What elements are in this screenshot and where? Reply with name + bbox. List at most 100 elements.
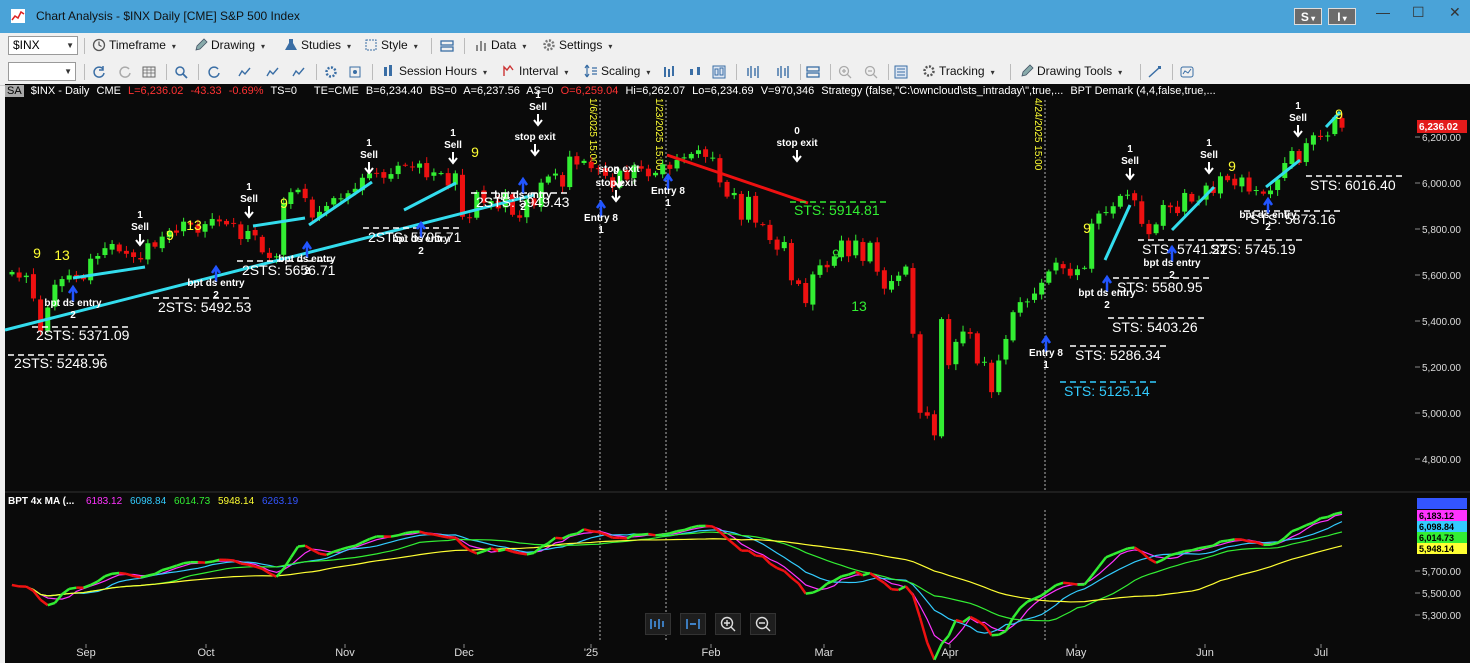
info-pct: -0.69% [228, 85, 264, 97]
refresh-all-icon[interactable] [118, 65, 132, 79]
info-ask: A=6,237.56 [463, 85, 520, 97]
session-icon [384, 65, 392, 76]
gear-icon [543, 39, 555, 51]
clock-icon [92, 38, 106, 52]
minimize-button[interactable]: — [1376, 4, 1390, 20]
info-bid: B=6,234.40 [365, 85, 423, 97]
separator [84, 64, 85, 80]
info-last: L=6,236.02 [128, 85, 184, 97]
drawing-menu[interactable]: Drawing ▾ [194, 38, 265, 52]
candles-hollow-icon[interactable] [712, 65, 726, 79]
data-menu[interactable]: Data ▾ [474, 38, 526, 52]
symbol-info-bar: SA $INX - Daily CME L=6,236.02 -43.33 -0… [5, 85, 1415, 99]
i-button[interactable]: I ▾ [1328, 8, 1356, 25]
interval-combo[interactable]: ▼ [8, 62, 76, 81]
compress-bars-icon [686, 619, 700, 629]
info-te: TE=CME [313, 85, 359, 97]
trendline-icon[interactable] [1148, 65, 1162, 79]
refresh-data-icon[interactable] [207, 65, 221, 79]
interval-icon [503, 64, 514, 76]
app-icon [11, 9, 25, 23]
compress-bars-button[interactable] [680, 613, 706, 635]
info-change: -43.33 [190, 85, 222, 97]
window-titlebar: Chart Analysis - $INX Daily [CME] S&P 50… [0, 0, 1470, 33]
zoom-out-icon [755, 616, 771, 632]
price-axis[interactable] [1415, 84, 1470, 663]
bars-icon[interactable] [662, 65, 676, 79]
separator [464, 38, 465, 54]
main-toolbar: $INX ▼ Timeframe ▾ Drawing ▾ Studies ▾ Style… [0, 33, 1470, 60]
zoom-bars-icon[interactable] [746, 65, 760, 79]
bar-chart-icon [476, 41, 486, 51]
chart-tool-icon[interactable] [266, 65, 280, 79]
subgraph-icon[interactable] [806, 65, 820, 79]
info-symbol: $INX - Daily [30, 85, 90, 97]
scroll-bars-icon [650, 619, 664, 629]
info-demark: BPT Demark (4,4,false,true,... [1070, 85, 1216, 97]
scaling-menu[interactable]: Scaling ▾ [584, 64, 650, 78]
info-as: AS=0 [526, 85, 554, 97]
scroll-left-button[interactable] [645, 613, 671, 635]
window-title: Chart Analysis - $INX Daily [CME] S&P 50… [36, 9, 300, 23]
separator [800, 64, 801, 80]
symbol-combo[interactable]: $INX ▼ [8, 36, 78, 55]
separator [1172, 64, 1173, 80]
zoom-out-button[interactable] [750, 613, 776, 635]
chart-pane[interactable] [5, 84, 1415, 663]
separator [1010, 64, 1011, 80]
interval-menu[interactable]: Interval ▾ [502, 64, 568, 78]
studies-menu[interactable]: Studies ▾ [284, 38, 351, 52]
drawing-tools-menu[interactable]: Drawing Tools ▾ [1020, 64, 1122, 78]
tracking-icon [923, 65, 935, 77]
separator [431, 38, 432, 54]
separator [316, 64, 317, 80]
flask-icon [285, 39, 297, 50]
separator [166, 64, 167, 80]
style-menu[interactable]: Style ▾ [364, 38, 418, 52]
grid-icon[interactable] [142, 65, 156, 79]
info-open: O=6,259.04 [560, 85, 619, 97]
zoom-chart-icon[interactable] [174, 65, 188, 79]
scaling-icon [584, 64, 597, 78]
info-exchange: CME [96, 85, 121, 97]
line-chart-icon[interactable] [238, 65, 252, 79]
zoom-bars2-icon[interactable] [776, 65, 790, 79]
info-volume: V=970,346 [760, 85, 815, 97]
separator [736, 64, 737, 80]
close-button[interactable]: ✕ [1449, 4, 1461, 21]
refresh-icon[interactable] [92, 65, 106, 79]
separator [830, 64, 831, 80]
indicator-icon[interactable] [1180, 65, 1194, 79]
settings-gear-icon[interactable] [324, 65, 338, 79]
zoom-in-icon [720, 616, 736, 632]
separator [84, 38, 85, 54]
info-bs: BS=0 [429, 85, 457, 97]
secondary-toolbar: ▼ Session Hours ▾ Interval ▾ Scaling ▾ Trac… [0, 59, 1470, 86]
info-ts: TS=0 [270, 85, 298, 97]
pencil-icon [195, 38, 208, 51]
restore-button[interactable]: ☐ [1412, 4, 1425, 21]
info-strategy: Strategy (false,"C:\owncloud\sts_intrada… [821, 85, 1064, 97]
info-high: Hi=6,262.07 [625, 85, 686, 97]
s-button[interactable]: S ▾ [1294, 8, 1322, 25]
info-low: Lo=6,234.69 [692, 85, 754, 97]
drawing-tools-icon [1021, 64, 1034, 77]
session-hours-menu[interactable]: Session Hours ▾ [382, 64, 487, 78]
data-window-icon[interactable] [894, 65, 908, 79]
style-icon [365, 39, 377, 51]
chart-tool2-icon[interactable] [292, 65, 306, 79]
layout-icon[interactable] [440, 39, 454, 53]
zoom-in-icon[interactable] [838, 65, 852, 79]
timeframe-menu[interactable]: Timeframe ▾ [92, 38, 176, 52]
status-sa: SA [5, 85, 24, 97]
tracking-menu[interactable]: Tracking ▾ [922, 64, 995, 78]
settings-menu[interactable]: Settings ▾ [542, 38, 612, 52]
zoom-in-button[interactable] [715, 613, 741, 635]
separator [372, 64, 373, 80]
separator [888, 64, 889, 80]
separator [1140, 64, 1141, 80]
zoom-out-icon[interactable] [864, 65, 878, 79]
candles-icon[interactable] [688, 65, 702, 79]
separator [198, 64, 199, 80]
format-icon[interactable] [348, 65, 362, 79]
